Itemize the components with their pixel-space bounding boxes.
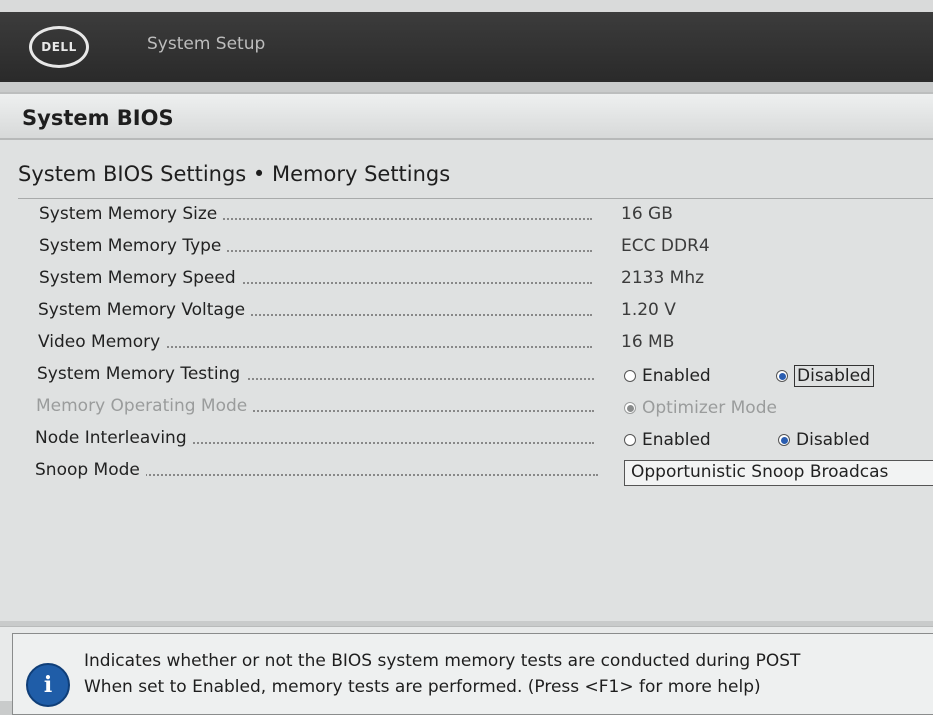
setting-value: 2133 Mhz [621,268,705,288]
radio-off-icon [624,370,636,382]
info-icon: i [26,663,70,707]
radio-label: Enabled [642,430,711,450]
dell-logo: DELL [29,26,89,68]
help-text-line-1: Indicates whether or not the BIOS system… [84,651,801,671]
setting-row-memory-voltage: System Memory Voltage 1.20 V [0,300,933,330]
setting-label: System Memory Type [39,236,228,256]
setting-row-memory-operating-mode: Memory Operating Mode Optimizer Mode [0,396,933,426]
main-panel: System BIOS System BIOS Settings • Memor… [0,92,933,621]
radio-enabled[interactable]: Enabled [624,430,711,450]
setting-row-memory-type: System Memory Type ECC DDR4 [0,236,933,266]
setting-value: ECC DDR4 [621,236,710,256]
app-header: DELL System Setup [0,12,933,82]
setting-label: System Memory Size [39,204,224,224]
radio-on-icon [624,402,636,414]
radio-label: Optimizer Mode [642,398,777,418]
setting-row-memory-testing: System Memory Testing Enabled Disabled [0,364,933,394]
app-title: System Setup [147,34,266,54]
logo-text: DELL [41,40,77,54]
radio-disabled[interactable]: Disabled [776,365,874,387]
setting-row-memory-speed: System Memory Speed 2133 Mhz [0,268,933,298]
radio-on-icon [776,370,788,382]
radio-optimizer-mode: Optimizer Mode [624,398,777,418]
help-box [12,633,933,715]
help-bar: i Indicates whether or not the BIOS syst… [0,626,933,715]
divider [18,198,933,199]
radio-on-icon [778,434,790,446]
setting-label: Node Interleaving [35,428,193,448]
radio-disabled[interactable]: Disabled [778,430,870,450]
panel-header: System BIOS [0,94,933,140]
setting-value: 16 MB [621,332,675,352]
setting-value: 16 GB [621,204,673,224]
top-bezel [0,0,933,12]
radio-label: Enabled [642,366,711,386]
setting-label: Snoop Mode [35,460,146,480]
radio-label: Disabled [796,430,870,450]
setting-label: Memory Operating Mode [36,396,254,416]
setting-value: 1.20 V [621,300,676,320]
snoop-mode-select[interactable]: Opportunistic Snoop Broadcas [624,460,933,486]
radio-label: Disabled [794,365,874,387]
page-title: System BIOS [22,106,174,130]
setting-row-video-memory: Video Memory 16 MB [0,332,933,362]
setting-row-memory-size: System Memory Size 16 GB [0,204,933,234]
setting-row-node-interleaving: Node Interleaving Enabled Disabled [0,428,933,458]
radio-off-icon [624,434,636,446]
setting-label: System Memory Voltage [38,300,252,320]
setting-label: System Memory Speed [39,268,242,288]
radio-enabled[interactable]: Enabled [624,366,711,386]
setting-label: Video Memory [38,332,167,352]
setting-label: System Memory Testing [37,364,247,384]
breadcrumb: System BIOS Settings • Memory Settings [18,162,451,186]
help-text-line-2: When set to Enabled, memory tests are pe… [84,677,761,697]
setting-row-snoop-mode: Snoop Mode Opportunistic Snoop Broadcas [0,460,933,490]
